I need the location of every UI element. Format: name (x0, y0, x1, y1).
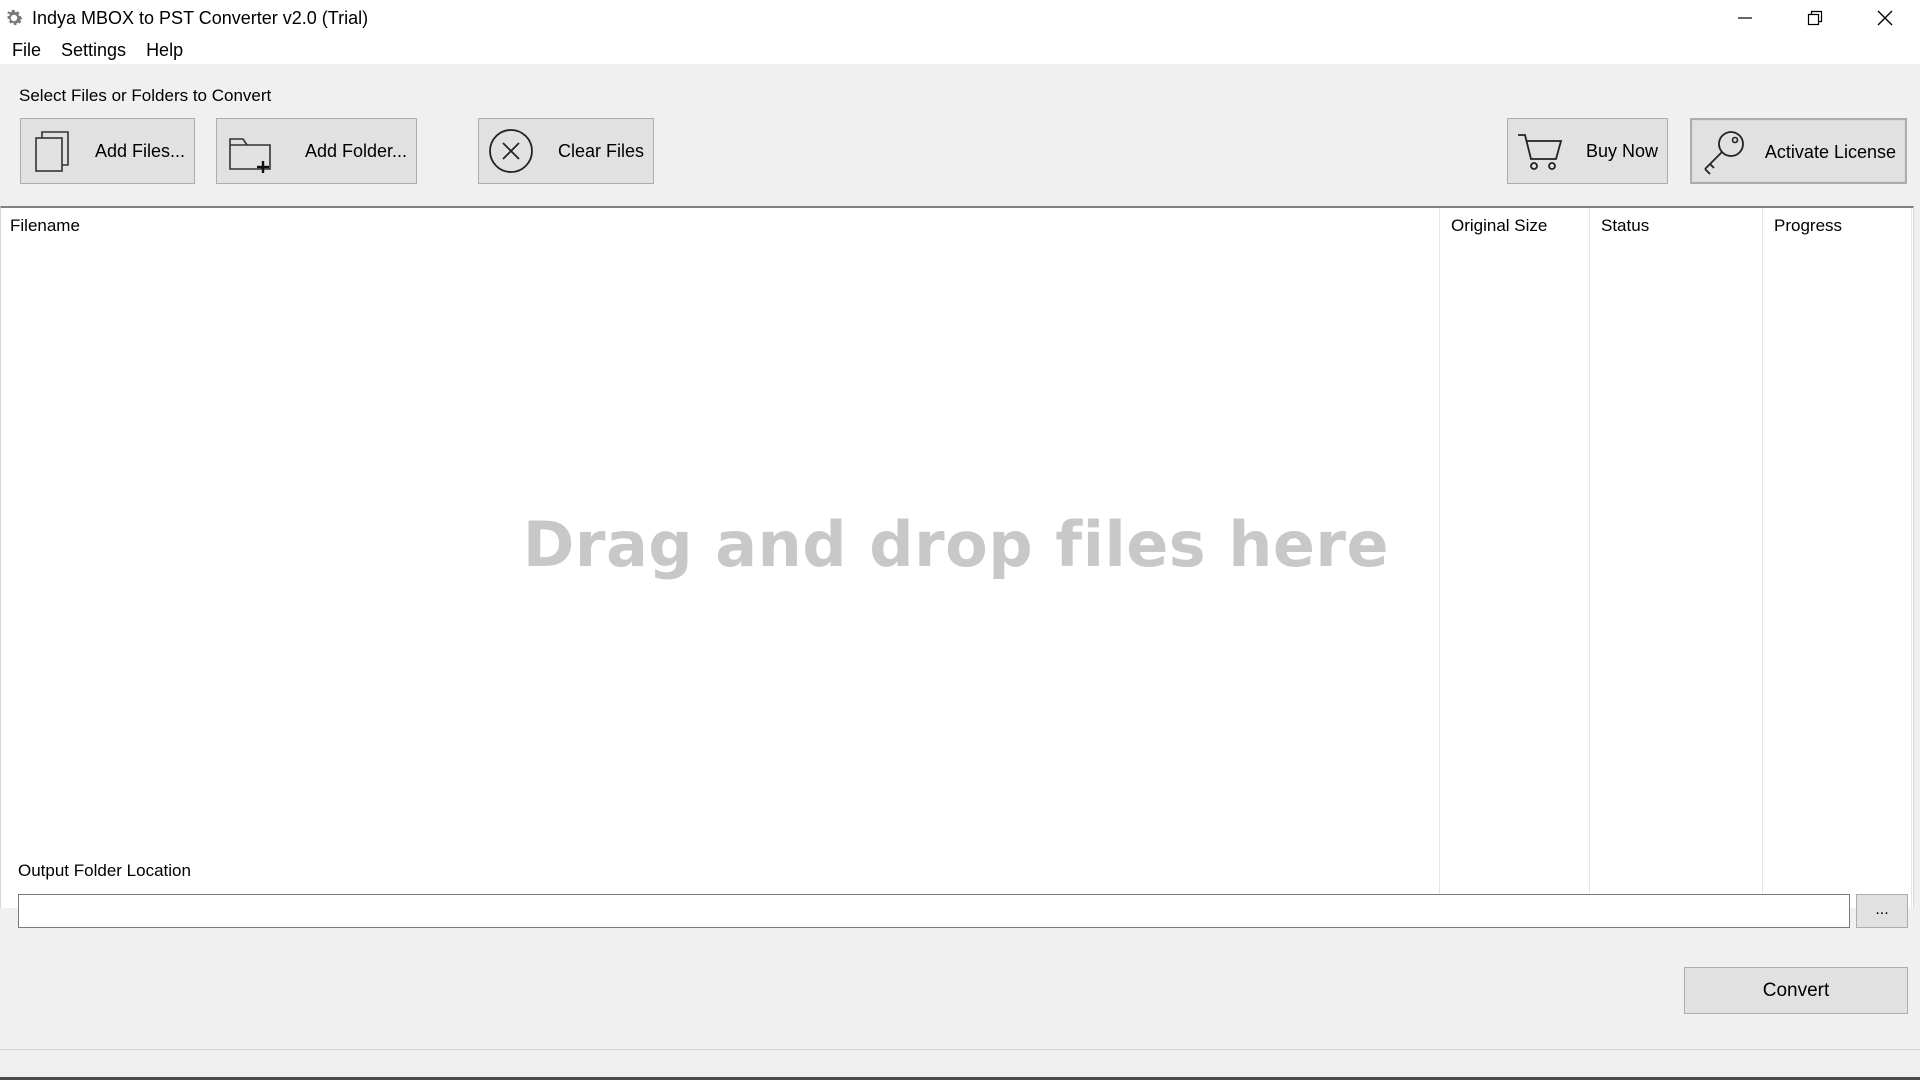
column-filename[interactable]: Filename (1, 208, 80, 244)
circle-x-icon (489, 129, 533, 173)
column-status[interactable]: Status (1592, 208, 1649, 244)
title-bar: Indya MBOX to PST Converter v2.0 (Trial) (0, 0, 1920, 36)
close-icon (1877, 10, 1893, 26)
window-title: Indya MBOX to PST Converter v2.0 (Trial) (32, 7, 369, 28)
activate-license-label: Activate License (1764, 142, 1896, 162)
add-folder-button[interactable]: Add Folder... (216, 118, 417, 184)
menu-file[interactable]: File (2, 36, 51, 64)
copy-files-icon (35, 131, 69, 172)
column-divider (1911, 208, 1912, 908)
key-icon (1704, 131, 1744, 175)
buy-now-button[interactable]: Buy Now (1507, 118, 1668, 184)
column-progress[interactable]: Progress (1765, 208, 1842, 244)
menu-help[interactable]: Help (136, 36, 193, 64)
output-folder-input[interactable] (18, 894, 1850, 928)
main-panel: Select Files or Folders to Convert Add F… (0, 64, 1920, 1078)
gear-icon[interactable] (2, 6, 26, 30)
add-files-label: Add Files... (94, 141, 185, 161)
select-files-label: Select Files or Folders to Convert (19, 86, 272, 105)
browse-button[interactable]: ... (1856, 894, 1908, 928)
add-files-button[interactable]: Add Files... (20, 118, 195, 184)
dropzone-hint: Drag and drop files here (522, 508, 1390, 581)
close-button[interactable] (1850, 0, 1920, 36)
menu-bar: File Settings Help (0, 36, 1920, 64)
file-list[interactable]: Filename Original Size Status Progress D… (0, 206, 1914, 908)
activate-license-button[interactable]: Activate License (1690, 118, 1907, 184)
clear-files-label: Clear Files (557, 141, 644, 161)
restore-button[interactable] (1780, 0, 1850, 36)
folder-add-icon (229, 138, 271, 173)
column-original-size[interactable]: Original Size (1442, 208, 1547, 244)
add-folder-label: Add Folder... (304, 141, 407, 161)
output-folder-label: Output Folder Location (18, 861, 191, 880)
convert-button[interactable]: Convert (1684, 967, 1908, 1014)
minimize-icon (1738, 17, 1752, 19)
minimize-button[interactable] (1710, 0, 1780, 36)
window-controls (1710, 0, 1920, 36)
menu-settings[interactable]: Settings (51, 36, 136, 64)
cart-icon (1518, 134, 1563, 170)
buy-now-label: Buy Now (1585, 141, 1658, 161)
clear-files-button[interactable]: Clear Files (478, 118, 654, 184)
status-bar (0, 1049, 1920, 1078)
restore-icon (1807, 10, 1823, 26)
